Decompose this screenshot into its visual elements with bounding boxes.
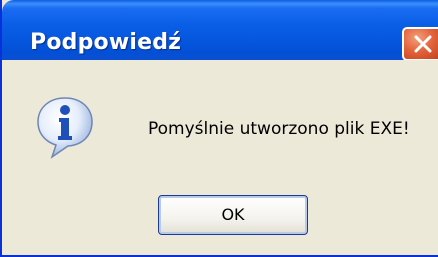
close-button[interactable] <box>402 27 438 61</box>
title-bar[interactable]: Podpowiedź <box>2 0 438 61</box>
close-icon <box>414 35 432 53</box>
dialog-title: Podpowiedź <box>30 30 182 55</box>
message-dialog: Podpowiedź Pomyślnie utworzono plik EXE!… <box>0 0 438 257</box>
info-icon <box>37 97 93 159</box>
ok-button[interactable]: OK <box>158 195 308 235</box>
dialog-message: Pomyślnie utworzono plik EXE! <box>148 119 410 139</box>
